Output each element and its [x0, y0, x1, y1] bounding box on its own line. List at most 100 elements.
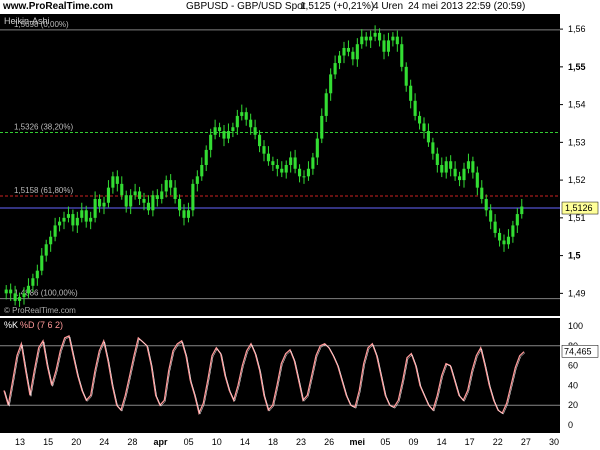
candle-body[interactable]	[195, 176, 199, 184]
candle-body[interactable]	[173, 187, 177, 199]
candle-body[interactable]	[391, 36, 395, 41]
candle-body[interactable]	[458, 176, 462, 181]
candle-body[interactable]	[22, 293, 26, 298]
oscillator-chart[interactable]	[0, 318, 560, 433]
candle-body[interactable]	[280, 168, 284, 173]
candle-body[interactable]	[462, 168, 466, 181]
candle-body[interactable]	[498, 232, 502, 241]
candle-body[interactable]	[71, 214, 75, 226]
candle-body[interactable]	[191, 183, 195, 211]
candle-body[interactable]	[53, 225, 57, 237]
candle-body[interactable]	[293, 157, 297, 169]
candle-body[interactable]	[44, 244, 48, 256]
candle-body[interactable]	[111, 176, 115, 188]
candle-body[interactable]	[151, 195, 155, 211]
candle-body[interactable]	[98, 198, 102, 207]
candle-body[interactable]	[182, 210, 186, 218]
candle-body[interactable]	[204, 149, 208, 165]
candle-body[interactable]	[418, 115, 422, 124]
candle-body[interactable]	[480, 187, 484, 199]
candle-body[interactable]	[475, 172, 479, 188]
candle-body[interactable]	[373, 32, 377, 37]
candle-body[interactable]	[435, 153, 439, 165]
candle-body[interactable]	[249, 119, 253, 128]
candle-body[interactable]	[471, 161, 475, 173]
candle-body[interactable]	[320, 115, 324, 139]
candle-body[interactable]	[164, 180, 168, 192]
candle-body[interactable]	[106, 187, 110, 203]
candle-body[interactable]	[155, 195, 159, 199]
candle-body[interactable]	[124, 195, 128, 207]
candle-body[interactable]	[511, 225, 515, 237]
oscillator-panel[interactable]: %K %D (7 6 2)	[0, 318, 560, 433]
brand-label[interactable]: www.ProRealTime.com	[3, 1, 113, 12]
candle-body[interactable]	[364, 36, 368, 41]
candle-body[interactable]	[360, 36, 364, 45]
candle-body[interactable]	[146, 202, 150, 211]
candle-body[interactable]	[258, 134, 262, 147]
candle-body[interactable]	[355, 44, 359, 60]
candle-body[interactable]	[444, 161, 448, 173]
candle-body[interactable]	[200, 165, 204, 177]
candle-body[interactable]	[160, 191, 164, 199]
candle-body[interactable]	[520, 206, 524, 215]
candle-body[interactable]	[218, 127, 222, 132]
candle-body[interactable]	[502, 240, 506, 245]
candle-body[interactable]	[302, 176, 306, 178]
candle-body[interactable]	[84, 210, 88, 222]
candle-body[interactable]	[449, 161, 453, 169]
candle-body[interactable]	[409, 85, 413, 101]
candle-body[interactable]	[75, 217, 79, 226]
candle-body[interactable]	[13, 293, 17, 301]
candle-body[interactable]	[413, 100, 417, 116]
candle-body[interactable]	[351, 51, 355, 60]
candle-body[interactable]	[129, 195, 133, 207]
candle-body[interactable]	[186, 210, 190, 218]
candle-body[interactable]	[235, 115, 239, 128]
candle-body[interactable]	[138, 191, 142, 199]
candle-body[interactable]	[333, 63, 337, 75]
candle-body[interactable]	[275, 165, 279, 169]
candle-body[interactable]	[66, 214, 70, 218]
candle-body[interactable]	[422, 123, 426, 132]
candle-body[interactable]	[493, 221, 497, 233]
candle-body[interactable]	[404, 66, 408, 86]
candle-body[interactable]	[515, 214, 519, 226]
candle-body[interactable]	[80, 210, 84, 218]
candle-body[interactable]	[120, 183, 124, 196]
candle-body[interactable]	[31, 278, 35, 286]
candle-body[interactable]	[346, 47, 350, 52]
candle-body[interactable]	[244, 112, 248, 120]
candle-body[interactable]	[9, 289, 13, 294]
candle-body[interactable]	[484, 198, 488, 211]
candle-body[interactable]	[89, 217, 93, 222]
candle-body[interactable]	[342, 47, 346, 56]
candle-body[interactable]	[506, 236, 510, 245]
candle-body[interactable]	[400, 44, 404, 67]
candle-body[interactable]	[306, 168, 310, 177]
candle-body[interactable]	[178, 198, 182, 211]
candle-body[interactable]	[324, 93, 328, 116]
candle-body[interactable]	[213, 127, 217, 135]
candle-body[interactable]	[271, 161, 275, 165]
candle-body[interactable]	[440, 165, 444, 173]
candle-body[interactable]	[102, 202, 106, 207]
candle-body[interactable]	[169, 180, 173, 188]
candle-body[interactable]	[240, 112, 244, 116]
candle-body[interactable]	[133, 191, 137, 196]
candle-body[interactable]	[453, 168, 457, 177]
candle-body[interactable]	[40, 255, 44, 271]
candle-body[interactable]	[426, 131, 430, 143]
price-chart[interactable]: 1,5698 (0,00%)1,5326 (38,20%)1,5158 (61,…	[0, 14, 560, 316]
candle-body[interactable]	[262, 146, 266, 154]
candle-body[interactable]	[298, 168, 302, 177]
candle-body[interactable]	[315, 138, 319, 158]
candle-body[interactable]	[4, 289, 8, 294]
candle-body[interactable]	[142, 198, 146, 203]
candle-body[interactable]	[284, 165, 288, 173]
candle-body[interactable]	[49, 236, 53, 245]
candle-body[interactable]	[489, 210, 493, 222]
candle-body[interactable]	[266, 153, 270, 162]
candle-body[interactable]	[382, 40, 386, 52]
candle-body[interactable]	[253, 127, 257, 135]
